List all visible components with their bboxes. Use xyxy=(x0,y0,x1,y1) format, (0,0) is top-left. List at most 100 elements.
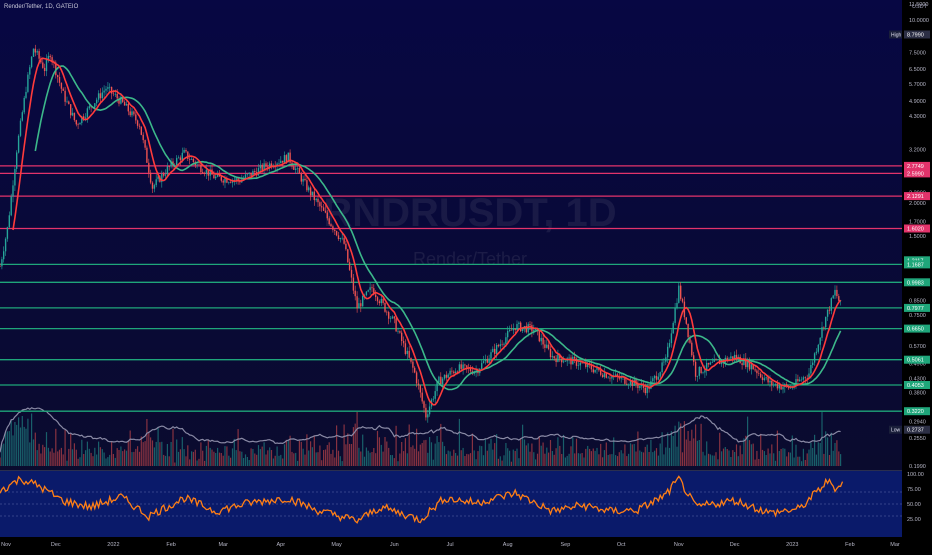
candle[interactable] xyxy=(308,187,310,191)
candle[interactable] xyxy=(16,152,18,169)
candle[interactable] xyxy=(200,164,202,173)
candle[interactable] xyxy=(202,172,204,174)
candle[interactable] xyxy=(408,350,410,358)
candle[interactable] xyxy=(97,93,100,100)
candle[interactable] xyxy=(244,174,247,179)
candle[interactable] xyxy=(382,298,384,303)
candle[interactable] xyxy=(298,168,301,174)
candle[interactable] xyxy=(393,316,395,319)
candle[interactable] xyxy=(451,370,453,372)
candle[interactable] xyxy=(538,331,540,342)
candle[interactable] xyxy=(776,383,779,389)
candle[interactable] xyxy=(711,361,713,363)
candle[interactable] xyxy=(767,377,769,383)
candle[interactable] xyxy=(713,359,715,362)
candle[interactable] xyxy=(574,356,576,359)
candle[interactable] xyxy=(125,104,128,106)
candle[interactable] xyxy=(86,108,89,118)
candle[interactable] xyxy=(501,344,503,345)
candle[interactable] xyxy=(497,345,500,347)
candle[interactable] xyxy=(110,86,113,94)
candle[interactable] xyxy=(579,362,581,366)
candle[interactable] xyxy=(62,88,64,91)
candle[interactable] xyxy=(105,88,107,91)
candle[interactable] xyxy=(68,101,70,105)
candle[interactable] xyxy=(140,126,142,135)
candle[interactable] xyxy=(700,366,702,373)
candle[interactable] xyxy=(449,370,451,375)
candle[interactable] xyxy=(75,120,77,125)
candle[interactable] xyxy=(520,322,522,332)
candle[interactable] xyxy=(518,322,520,324)
candle[interactable] xyxy=(203,173,206,174)
candle[interactable] xyxy=(300,173,302,182)
candle[interactable] xyxy=(799,379,801,382)
candle[interactable] xyxy=(254,171,256,172)
candle[interactable] xyxy=(14,169,16,186)
candle[interactable] xyxy=(423,401,425,408)
candle[interactable] xyxy=(438,376,440,382)
candle[interactable] xyxy=(8,215,10,228)
candle[interactable] xyxy=(60,82,63,89)
chart-canvas[interactable]: RNDRUSDT, 1D Render/Tether 11.500010.000… xyxy=(0,0,932,550)
candle[interactable] xyxy=(607,377,609,379)
candle[interactable] xyxy=(466,365,468,368)
candle[interactable] xyxy=(454,371,457,374)
candle[interactable] xyxy=(168,166,170,167)
candle[interactable] xyxy=(235,178,237,180)
candle[interactable] xyxy=(36,51,38,53)
candle[interactable] xyxy=(490,352,492,359)
candle[interactable] xyxy=(514,328,516,330)
candle[interactable] xyxy=(166,166,169,175)
candle[interactable] xyxy=(663,361,665,363)
candle[interactable] xyxy=(434,391,436,399)
candle[interactable] xyxy=(499,344,501,347)
candle[interactable] xyxy=(23,97,25,113)
candle[interactable] xyxy=(352,277,355,291)
candle[interactable] xyxy=(64,90,66,102)
candle[interactable] xyxy=(295,168,297,170)
candle[interactable] xyxy=(694,361,697,377)
candle[interactable] xyxy=(149,172,152,183)
candle[interactable] xyxy=(278,163,280,164)
candle[interactable] xyxy=(802,377,805,380)
candle[interactable] xyxy=(133,111,135,115)
candle[interactable] xyxy=(440,376,442,385)
candle[interactable] xyxy=(760,373,762,378)
candle[interactable] xyxy=(702,372,704,373)
candle[interactable] xyxy=(114,94,116,95)
candle[interactable] xyxy=(765,377,767,379)
candle[interactable] xyxy=(229,182,232,183)
candle[interactable] xyxy=(828,309,831,311)
candle[interactable] xyxy=(507,331,509,338)
candle[interactable] xyxy=(164,174,167,176)
candle[interactable] xyxy=(282,160,284,163)
candle[interactable] xyxy=(136,120,139,126)
candle[interactable] xyxy=(547,344,550,349)
candle[interactable] xyxy=(42,62,44,68)
candle[interactable] xyxy=(668,343,671,347)
candle[interactable] xyxy=(836,289,838,297)
candle[interactable] xyxy=(443,374,446,379)
candle[interactable] xyxy=(464,364,466,366)
candle[interactable] xyxy=(568,357,570,359)
candle[interactable] xyxy=(21,112,23,121)
candle[interactable] xyxy=(813,353,816,363)
candle[interactable] xyxy=(339,238,341,239)
candle[interactable] xyxy=(488,358,490,363)
candle[interactable] xyxy=(402,341,405,344)
candle[interactable] xyxy=(337,235,340,239)
candle[interactable] xyxy=(804,377,806,379)
candle[interactable] xyxy=(421,392,423,402)
trading-chart[interactable]: RNDRUSDT, 1D Render/Tether 11.5000 10.000… xyxy=(0,0,932,550)
candle[interactable] xyxy=(546,344,548,348)
candle[interactable] xyxy=(360,303,362,307)
candle[interactable] xyxy=(179,157,182,161)
candle[interactable] xyxy=(417,383,420,386)
candle[interactable] xyxy=(384,303,386,312)
candle[interactable] xyxy=(3,251,5,260)
candle[interactable] xyxy=(672,322,674,334)
candle[interactable] xyxy=(494,348,496,354)
candle[interactable] xyxy=(79,123,81,125)
candle[interactable] xyxy=(600,370,602,375)
